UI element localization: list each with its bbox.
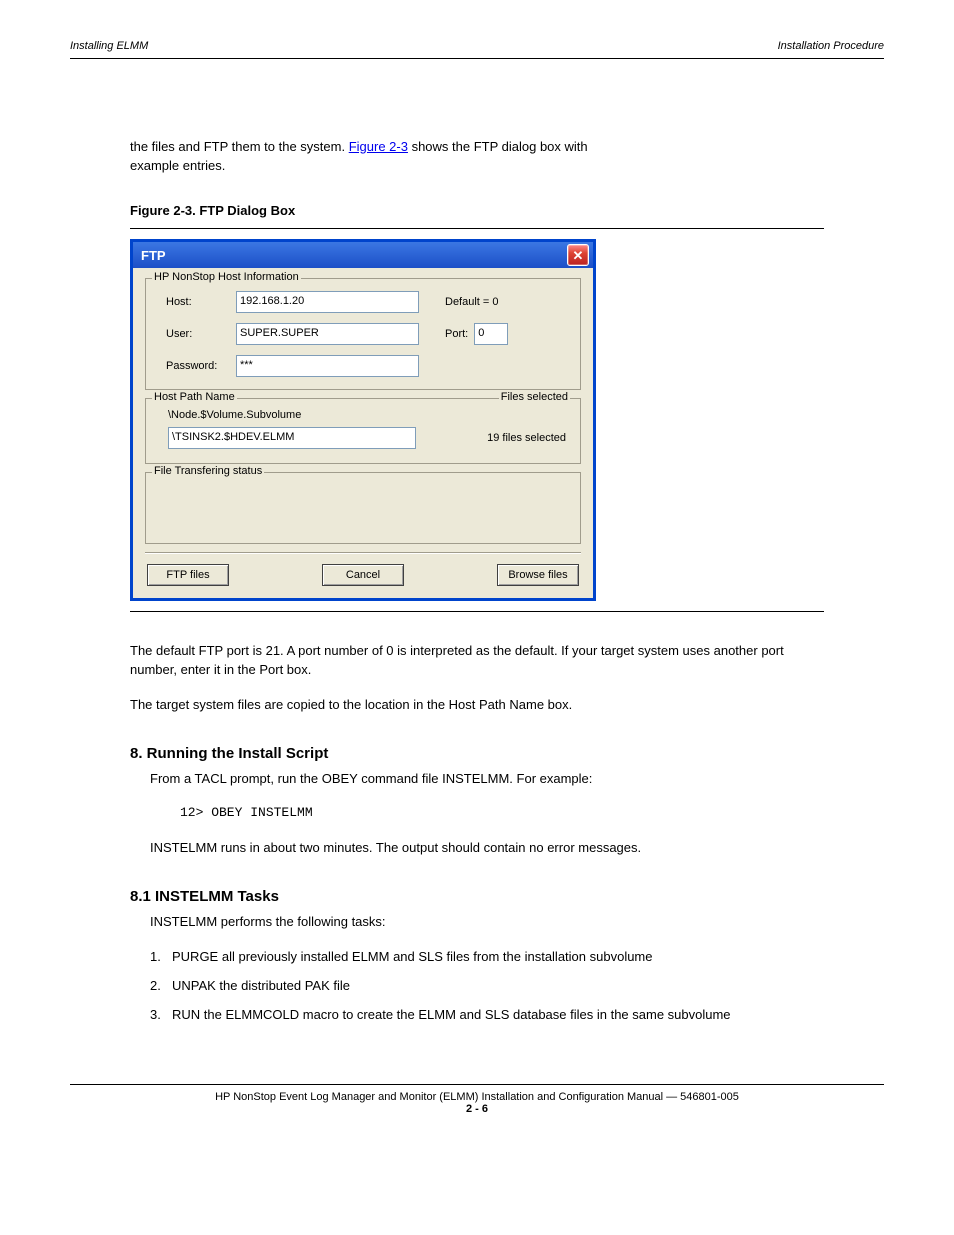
browse-files-button[interactable]: Browse files (497, 564, 579, 586)
paragraph-port: The default FTP port is 21. A port numbe… (130, 642, 824, 680)
user-label: User: (156, 328, 236, 340)
figure-caption: Figure 2-3. FTP Dialog Box (130, 203, 884, 218)
port-input[interactable]: 0 (474, 323, 508, 345)
path-hint: \Node.$Volume.Subvolume (168, 409, 570, 421)
figure-rule-top (130, 228, 824, 229)
task-list: 1. PURGE all previously installed ELMM a… (150, 948, 824, 1025)
files-selected-text: 19 files selected (487, 432, 566, 444)
user-input[interactable]: SUPER.SUPER (236, 323, 419, 345)
paragraph-run-obey: From a TACL prompt, run the OBEY command… (150, 770, 824, 789)
files-selected-legend: Files selected (499, 391, 570, 403)
host-input[interactable]: 192.168.1.20 (236, 291, 419, 313)
code-example: 12> OBEY INSTELMM (180, 804, 824, 823)
list-item: 3. RUN the ELMMCOLD macro to create the … (150, 1006, 824, 1025)
default-label: Default = 0 (445, 296, 499, 308)
close-icon: ✕ (573, 249, 584, 262)
footer-page-num: 2 - 6 (466, 1103, 488, 1115)
list-item: 1. PURGE all previously installed ELMM a… (150, 948, 824, 967)
host-label: Host: (156, 296, 236, 308)
host-info-legend: HP NonStop Host Information (152, 271, 301, 283)
footer: HP NonStop Event Log Manager and Monitor… (0, 1084, 954, 1155)
password-label: Password: (156, 360, 236, 372)
header-right: Installation Procedure (778, 40, 884, 52)
header-left: Installing ELMM (70, 40, 148, 52)
paragraph-copied: The target system files are copied to th… (130, 696, 824, 715)
password-input[interactable]: *** (236, 355, 419, 377)
path-input[interactable]: \TSINSK2.$HDEV.ELMM (168, 427, 416, 449)
path-legend: Host Path Name (152, 391, 237, 403)
close-button[interactable]: ✕ (567, 244, 589, 266)
host-info-group: HP NonStop Host Information Host: 192.16… (145, 278, 581, 390)
section-8-1-heading: 8.1 INSTELMM Tasks (130, 888, 824, 905)
intro-line-1: the files and FTP them to the system. Fi… (130, 139, 884, 154)
intro-line-2: example entries. (130, 158, 884, 173)
paragraph-tasks: INSTELMM performs the following tasks: (150, 913, 824, 932)
list-item: 2. UNPAK the distributed PAK file (150, 977, 824, 996)
dialog-title: FTP (141, 248, 166, 263)
port-label: Port: (445, 328, 468, 340)
status-group: File Transfering status (145, 472, 581, 544)
ftp-dialog: FTP ✕ HP NonStop Host Information Host: … (130, 239, 596, 601)
cancel-button[interactable]: Cancel (322, 564, 404, 586)
separator (145, 552, 581, 554)
section-8-heading: 8. Running the Install Script (130, 745, 824, 762)
status-legend: File Transfering status (152, 465, 264, 477)
figure-rule-bottom (130, 611, 824, 612)
ftp-files-button[interactable]: FTP files (147, 564, 229, 586)
path-group: Host Path Name Files selected \Node.$Vol… (145, 398, 581, 464)
titlebar: FTP ✕ (133, 242, 593, 268)
figure-link[interactable]: Figure 2-3 (349, 139, 408, 154)
header-rule (70, 58, 884, 59)
footer-doc-title: HP NonStop Event Log Manager and Monitor… (215, 1091, 739, 1103)
paragraph-instelmm-runs: INSTELMM runs in about two minutes. The … (150, 839, 824, 858)
